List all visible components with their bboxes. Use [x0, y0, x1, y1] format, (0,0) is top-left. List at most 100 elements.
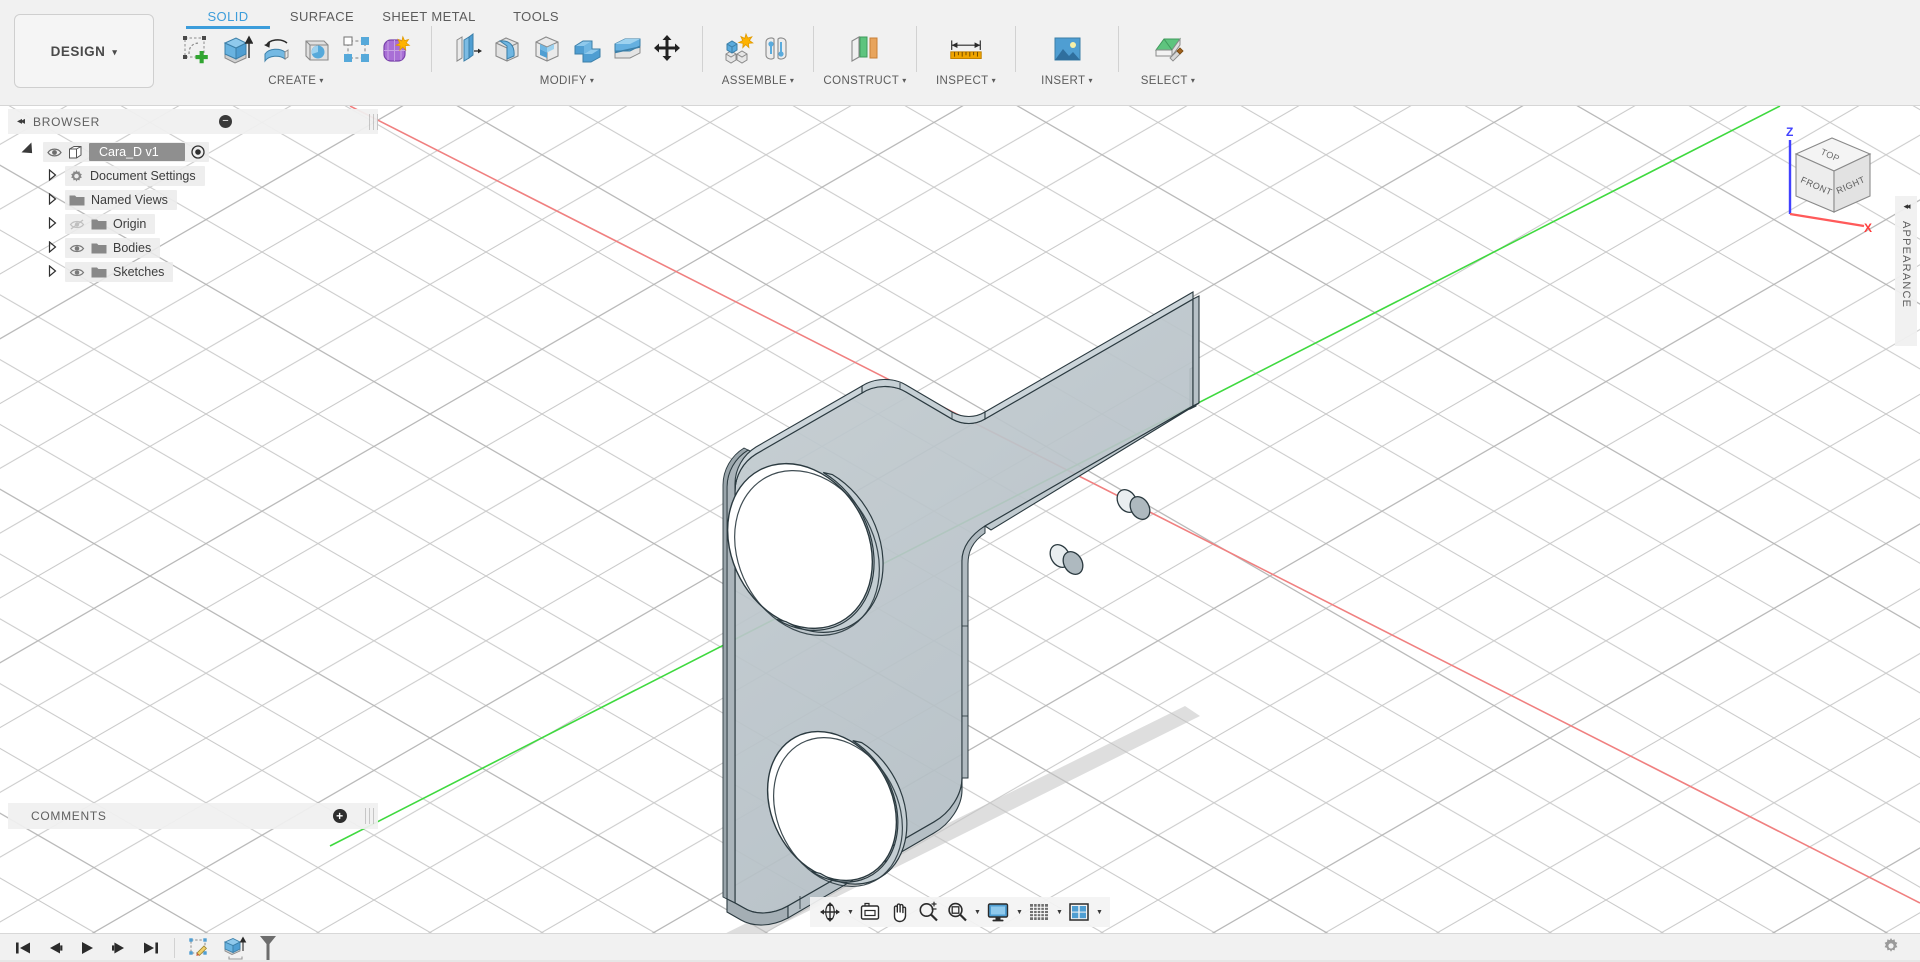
revolve-icon[interactable] — [256, 28, 296, 70]
shell-icon[interactable] — [527, 28, 567, 70]
sweep-icon[interactable] — [296, 28, 336, 70]
timeline-sketch-feature[interactable] — [183, 935, 217, 961]
collapse-left-icon[interactable]: ◂◂ — [17, 116, 25, 127]
fillet-icon[interactable] — [487, 28, 527, 70]
browser-item-document-settings[interactable]: Document Settings — [8, 164, 378, 188]
pattern-icon[interactable] — [336, 28, 376, 70]
chevron-down-icon[interactable]: ▼ — [846, 909, 855, 916]
browser-item-named-views[interactable]: Named Views — [8, 188, 378, 212]
group-label-modify[interactable]: MODIFY ▾ — [540, 75, 595, 87]
measure-icon[interactable] — [946, 28, 986, 70]
expand-arrow-icon[interactable] — [44, 264, 60, 280]
eye-icon[interactable] — [47, 146, 62, 159]
press-pull-icon[interactable] — [447, 28, 487, 70]
3d-viewport[interactable]: ◂◂ BROWSER − Cara_D v1 Document Settings… — [0, 106, 1920, 933]
tab-tools[interactable]: TOOLS — [488, 9, 584, 24]
plus-circle-icon[interactable]: + — [333, 809, 347, 823]
timeline-extrude-feature[interactable] — [219, 935, 253, 961]
browser-item-label: Sketches — [113, 265, 165, 279]
display-settings-icon[interactable] — [983, 899, 1013, 925]
eye-hidden-icon[interactable] — [69, 218, 85, 231]
go-to-end-button[interactable] — [136, 935, 166, 961]
ribbon-group-create: CREATE ▾ — [170, 24, 422, 87]
timeline-marker[interactable] — [255, 935, 281, 961]
collapse-left-icon[interactable]: ◂◂ — [1903, 201, 1910, 212]
combine-icon[interactable] — [567, 28, 607, 70]
browser-item-origin[interactable]: Origin — [8, 212, 378, 236]
ribbon-group-assemble: ASSEMBLE ▾ — [712, 24, 804, 87]
comments-panel[interactable]: COMMENTS + — [8, 803, 378, 829]
browser-item-label: Document Settings — [90, 169, 196, 183]
browser-root-node[interactable]: Cara_D v1 — [8, 140, 378, 164]
chevron-down-icon: ▾ — [789, 76, 795, 85]
expand-arrow-icon[interactable] — [44, 168, 60, 184]
axis-z-label: Z — [1786, 125, 1793, 139]
comments-title: COMMENTS — [31, 809, 107, 823]
group-label-create[interactable]: CREATE ▾ — [268, 75, 324, 87]
viewports-icon[interactable] — [1065, 899, 1093, 925]
group-label-inspect[interactable]: INSPECT ▾ — [936, 75, 996, 87]
expand-arrow-icon[interactable] — [44, 240, 60, 256]
orbit-icon[interactable] — [816, 899, 844, 925]
group-label-insert[interactable]: INSERT ▾ — [1041, 75, 1093, 87]
tab-solid[interactable]: SOLID — [182, 8, 274, 29]
expand-arrow-open-icon[interactable] — [21, 142, 38, 161]
chevron-down-icon[interactable]: ▼ — [1055, 909, 1064, 916]
browser-resize-handle[interactable] — [368, 113, 378, 130]
new-component-icon[interactable] — [718, 28, 758, 70]
insert-image-icon[interactable] — [1047, 28, 1087, 70]
zoom-icon[interactable] — [914, 899, 942, 925]
browser-item-label: Named Views — [91, 193, 168, 207]
tab-solid-label: SOLID — [207, 8, 249, 24]
timeline-settings-button[interactable] — [1882, 937, 1900, 960]
toolbar-divider — [813, 26, 814, 72]
comments-resize-handle[interactable] — [365, 808, 374, 824]
radio-dot-icon[interactable] — [191, 145, 205, 159]
browser-panel: ◂◂ BROWSER − Cara_D v1 Document Settings… — [8, 109, 378, 284]
browser-header[interactable]: ◂◂ BROWSER − — [8, 109, 378, 134]
browser-item-bodies[interactable]: Bodies — [8, 236, 378, 260]
fit-icon[interactable] — [943, 899, 971, 925]
eye-icon[interactable] — [69, 266, 85, 279]
workspace-switcher-button[interactable]: DESIGN ▾ — [14, 14, 154, 88]
offset-plane-icon[interactable] — [845, 28, 885, 70]
group-label-select[interactable]: SELECT ▾ — [1141, 75, 1196, 87]
ribbon-toolbar: DESIGN ▾ SOLID SURFACE SHEET METAL TOOLS — [0, 0, 1920, 106]
chevron-down-icon: ▾ — [319, 76, 324, 85]
view-cube[interactable]: Z X TOP FRONT RIGHT — [1772, 114, 1892, 234]
appearance-panel[interactable]: ◂◂ APPEARANCE — [1895, 196, 1917, 346]
chevron-down-icon[interactable]: ▼ — [973, 909, 982, 916]
joint-icon[interactable] — [758, 28, 798, 70]
tab-surface-label: SURFACE — [289, 8, 355, 24]
eye-icon[interactable] — [69, 242, 85, 255]
toolbar-divider — [1015, 26, 1016, 72]
tab-surface[interactable]: SURFACE — [274, 9, 370, 24]
pan-hand-icon[interactable] — [885, 899, 913, 925]
go-to-beginning-button[interactable] — [8, 935, 38, 961]
look-at-icon[interactable] — [856, 899, 884, 925]
step-forward-button[interactable] — [104, 935, 134, 961]
chevron-down-icon[interactable]: ▼ — [1095, 909, 1104, 916]
chevron-down-icon[interactable]: ▼ — [1015, 909, 1024, 916]
group-label-construct[interactable]: CONSTRUCT ▾ — [823, 75, 906, 87]
play-button[interactable] — [72, 935, 102, 961]
step-back-button[interactable] — [40, 935, 70, 961]
create-sketch-icon[interactable] — [176, 28, 216, 70]
chevron-down-icon: ▾ — [902, 76, 907, 85]
browser-item-label: Origin — [113, 217, 147, 231]
browser-root-label: Cara_D v1 — [89, 143, 185, 161]
select-icon[interactable] — [1148, 28, 1188, 70]
move-copy-icon[interactable] — [647, 28, 687, 70]
expand-arrow-icon[interactable] — [44, 192, 60, 208]
extrude-icon[interactable] — [216, 28, 256, 70]
ribbon-group-select: SELECT ▾ — [1128, 24, 1208, 87]
split-face-icon[interactable] — [607, 28, 647, 70]
browser-item-sketches[interactable]: Sketches — [8, 260, 378, 284]
expand-arrow-icon[interactable] — [44, 216, 60, 232]
grid-snaps-icon[interactable] — [1025, 899, 1053, 925]
group-label-assemble[interactable]: ASSEMBLE ▾ — [722, 75, 795, 87]
form-icon[interactable] — [376, 28, 416, 70]
browser-minus-button[interactable]: − — [218, 115, 232, 128]
tab-sheet-metal[interactable]: SHEET METAL — [370, 9, 488, 24]
chevron-down-icon: ▾ — [991, 76, 997, 85]
